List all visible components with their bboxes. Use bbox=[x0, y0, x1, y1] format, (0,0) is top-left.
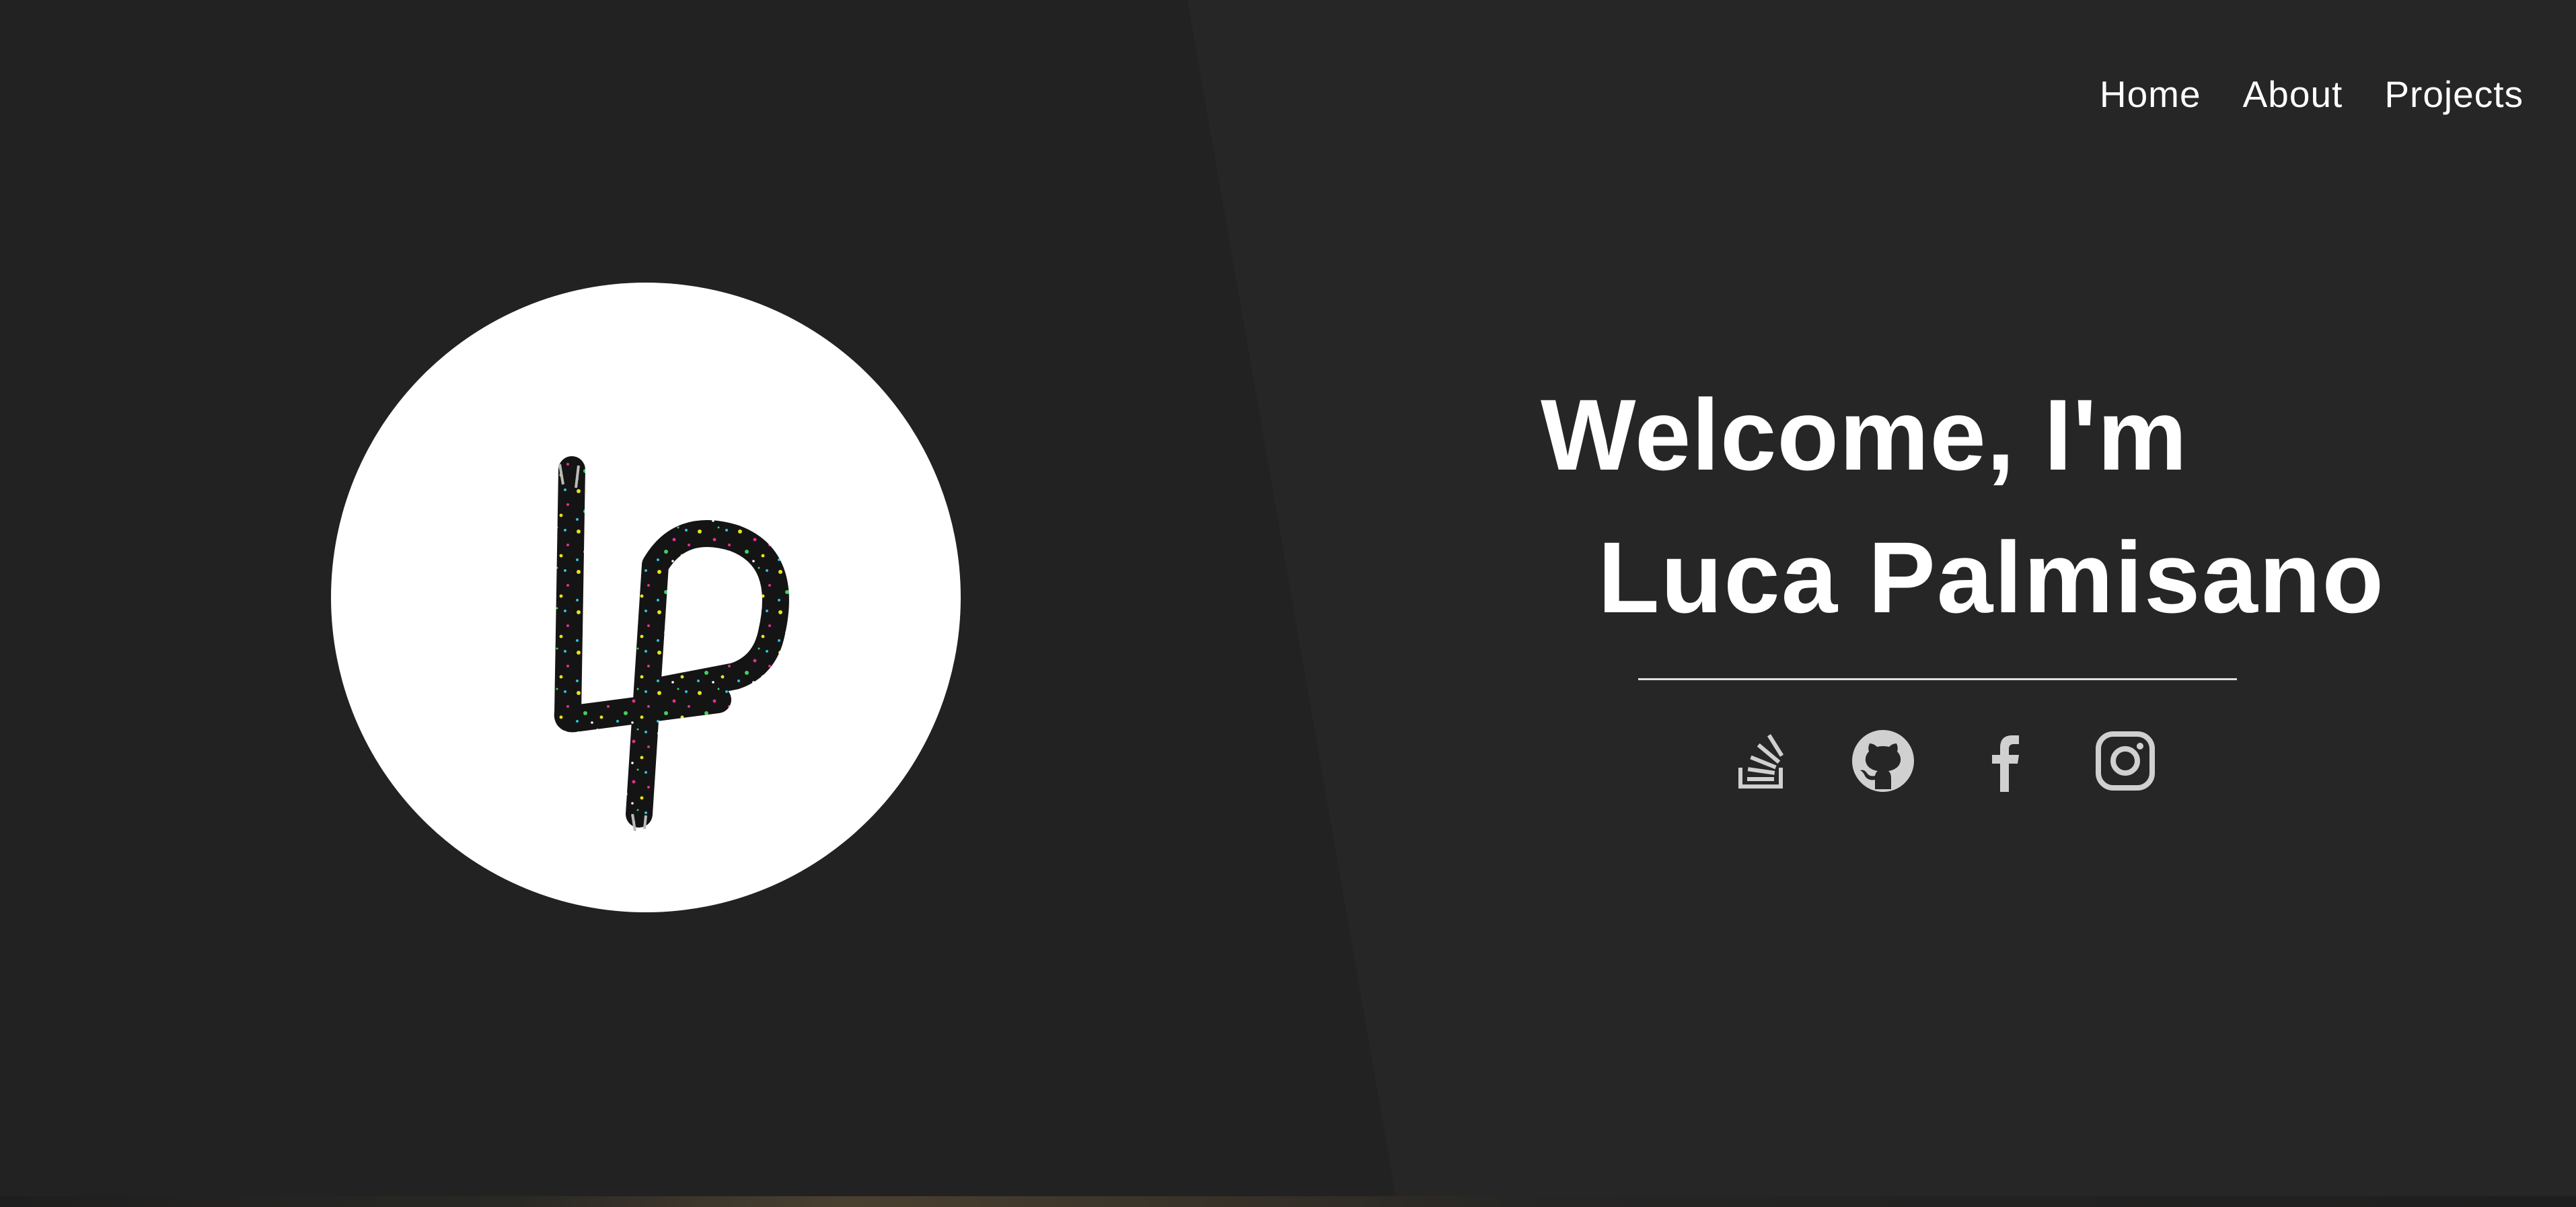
logo bbox=[331, 283, 961, 912]
nav-about-link[interactable]: About bbox=[2243, 73, 2343, 116]
nav-projects-link[interactable]: Projects bbox=[2384, 73, 2524, 116]
hero-divider bbox=[1638, 678, 2237, 680]
social-links bbox=[1728, 727, 2160, 795]
stack-overflow-icon bbox=[1738, 734, 1784, 789]
hero-name: Luca Palmisano bbox=[1598, 521, 2386, 634]
github-link[interactable] bbox=[1849, 727, 1917, 795]
top-nav: Home About Projects bbox=[2100, 73, 2524, 116]
facebook-icon bbox=[1992, 735, 2019, 792]
lp-monogram-logo bbox=[554, 456, 789, 832]
instagram-link[interactable] bbox=[2091, 727, 2160, 795]
stack-overflow-link[interactable] bbox=[1728, 727, 1796, 795]
facebook-link[interactable] bbox=[1970, 727, 2038, 795]
hero-greeting: Welcome, I'm bbox=[1541, 378, 2188, 491]
instagram-icon bbox=[2096, 731, 2155, 791]
nav-home-link[interactable]: Home bbox=[2100, 73, 2201, 116]
bottom-strip bbox=[0, 1196, 2576, 1207]
github-icon bbox=[1852, 730, 1914, 792]
